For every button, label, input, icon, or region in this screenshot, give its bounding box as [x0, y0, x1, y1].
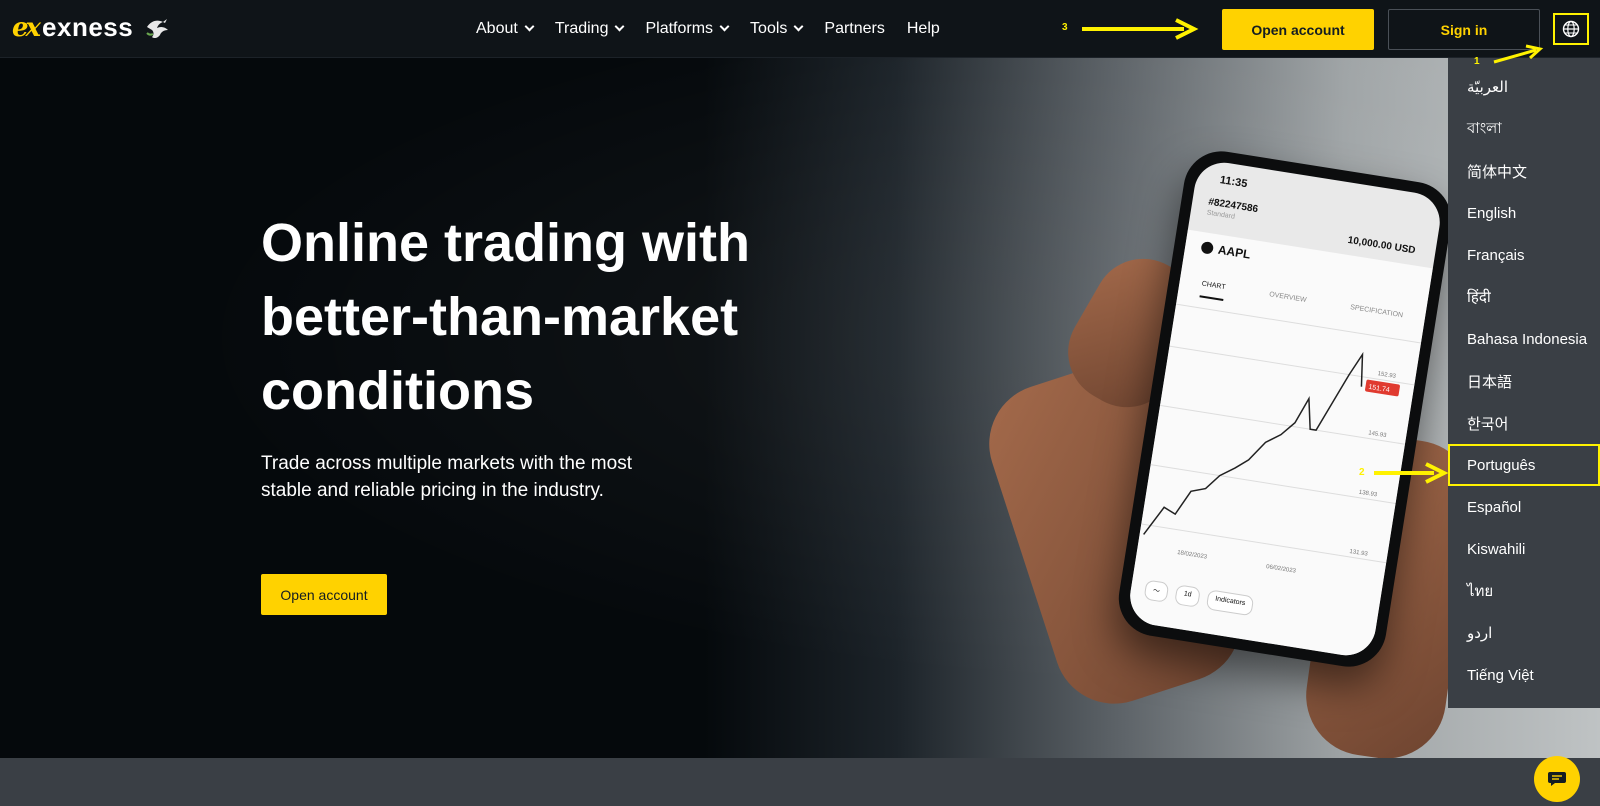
chart-type-icon: 〜	[1143, 579, 1170, 603]
nav-trading[interactable]: Trading	[554, 20, 625, 38]
annotation-number-1: 1	[1474, 56, 1480, 67]
language-option-french[interactable]: Français	[1448, 234, 1600, 276]
logo-text: exness	[42, 12, 134, 42]
chevron-down-icon	[615, 21, 625, 32]
nav-trading-label: Trading	[554, 20, 609, 37]
hero-subtitle: Trade across multiple markets with the m…	[261, 453, 632, 501]
open-account-button[interactable]: Open account	[1222, 9, 1374, 50]
hero-open-account-button[interactable]: Open account	[261, 574, 387, 615]
annotation-number-2: 2	[1359, 467, 1365, 478]
hero-section: 11:35 #82247586 Standard 10,000.00 USD A…	[0, 58, 1600, 758]
dove-icon	[146, 18, 169, 38]
nav-partners[interactable]: Partners	[824, 20, 884, 38]
language-option-arabic[interactable]: العربيّة	[1448, 66, 1600, 108]
language-dropdown: العربيّة বাংলা 简体中文 English Français हिं…	[1448, 58, 1600, 708]
language-option-japanese[interactable]: 日本語	[1448, 360, 1600, 402]
nav-help[interactable]: Help	[907, 20, 940, 38]
language-option-thai[interactable]: ไทย	[1448, 570, 1600, 612]
annotation-arrow-3	[1082, 18, 1199, 40]
phone-balance: 10,000.00 USD	[1346, 234, 1417, 257]
phone-price-chart: 151.74 152.93 145.93 138.93 131.93 18/02…	[1141, 345, 1415, 575]
phone-price-label-4: 131.93	[1349, 549, 1369, 558]
phone-date-label-2: 06/02/2023	[1266, 564, 1297, 575]
chat-bubble-icon	[1548, 772, 1566, 786]
language-option-indonesian[interactable]: Bahasa Indonesia	[1448, 318, 1600, 360]
language-selector-button[interactable]	[1553, 13, 1589, 45]
nav-tools-label: Tools	[750, 20, 788, 37]
phone-timeframe: 1d	[1174, 584, 1201, 608]
language-option-bengali[interactable]: বাংলা	[1448, 108, 1600, 150]
phone-price-label-2: 145.93	[1368, 430, 1388, 439]
main-menu: About Trading Platforms Tools Partners H…	[476, 0, 940, 58]
nav-tools[interactable]: Tools	[750, 20, 804, 38]
annotation-number-3: 3	[1062, 22, 1068, 33]
nav-platforms[interactable]: Platforms	[645, 20, 730, 38]
language-option-portuguese[interactable]: Português	[1448, 444, 1600, 486]
apple-icon	[1200, 240, 1215, 255]
language-option-chinese[interactable]: 简体中文	[1448, 150, 1600, 192]
language-option-korean[interactable]: 한국어	[1448, 402, 1600, 444]
hero-title: Online trading with better-than-market c…	[261, 213, 750, 421]
language-option-swahili[interactable]: Kiswahili	[1448, 528, 1600, 570]
page-bottom-section	[0, 758, 1600, 806]
chevron-down-icon	[524, 21, 535, 32]
nav-about-label: About	[476, 20, 518, 37]
annotation-arrow-2	[1374, 462, 1449, 484]
nav-partners-label: Partners	[824, 20, 885, 37]
nav-help-label: Help	[906, 20, 940, 37]
chevron-down-icon	[719, 21, 730, 32]
annotation-arrow-1	[1493, 44, 1544, 64]
nav-platforms-label: Platforms	[645, 20, 714, 37]
phone-time: 11:35	[1219, 174, 1249, 191]
chevron-down-icon	[793, 21, 804, 32]
top-nav: ex exness About Trading Platforms Tools …	[0, 0, 1600, 58]
globe-icon	[1562, 20, 1580, 38]
language-option-spanish[interactable]: Español	[1448, 486, 1600, 528]
logo-mark: ex	[12, 12, 41, 43]
language-option-english[interactable]: English	[1448, 192, 1600, 234]
chat-support-button[interactable]	[1534, 756, 1580, 802]
language-option-urdu[interactable]: اردو	[1448, 612, 1600, 654]
exness-logo[interactable]: ex exness	[12, 12, 173, 43]
phone-tab-chart: CHART	[1199, 280, 1226, 302]
phone-price-label-3: 138.93	[1358, 490, 1378, 499]
language-option-vietnamese[interactable]: Tiếng Việt	[1448, 654, 1600, 696]
language-option-hindi[interactable]: हिंदी	[1448, 276, 1600, 318]
phone-date-label-1: 18/02/2023	[1177, 550, 1208, 561]
nav-about[interactable]: About	[476, 20, 535, 38]
phone-price-label-1: 152.93	[1377, 371, 1397, 380]
